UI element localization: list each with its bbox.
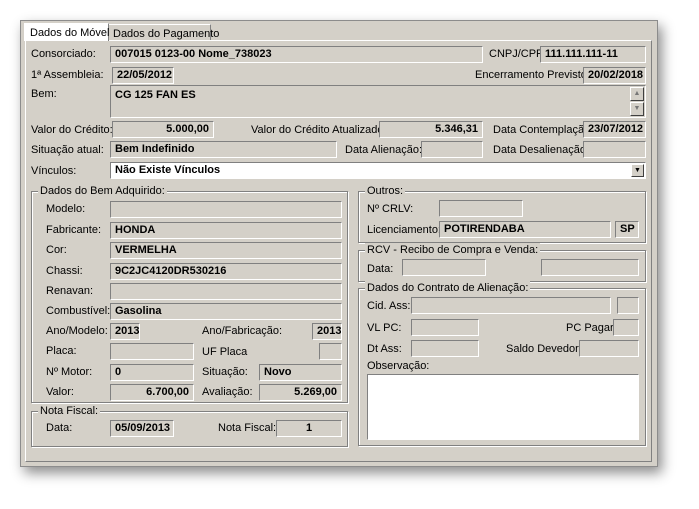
licenciamento-uf-field[interactable]: SP xyxy=(615,221,639,238)
consorciado-field[interactable]: 007015 0123-00 Nome_738023 xyxy=(110,46,483,63)
combustivel-field[interactable]: Gasolina xyxy=(110,303,342,320)
renavan-field[interactable] xyxy=(110,283,342,300)
assembleia-field[interactable]: 22/05/2012 xyxy=(112,67,174,84)
encerramento-field[interactable]: 20/02/2018 xyxy=(583,67,646,84)
rcv-title: RCV - Recibo de Compra e Venda: xyxy=(365,243,541,257)
chassi-label: Chassi: xyxy=(46,265,83,277)
saldo-field[interactable] xyxy=(579,340,639,357)
assembleia-label: 1ª Assembleia: xyxy=(31,69,104,81)
vehicle-data-window: Dados do Móvel Dados do Pagamento Consor… xyxy=(20,20,658,467)
avaliacao-label: Avaliação: xyxy=(202,386,253,398)
bem-label: Bem: xyxy=(31,88,57,100)
outros-group: Outros: Nº CRLV: Licenciamento: POTIREND… xyxy=(358,184,646,243)
ano-modelo-field[interactable]: 2013 xyxy=(110,323,140,340)
situacao-bem-field[interactable]: Novo xyxy=(259,364,342,381)
scroll-up-icon[interactable]: ▲ xyxy=(630,87,644,101)
situacao-bem-label: Situação: xyxy=(202,366,248,378)
valor-credito-field[interactable]: 5.000,00 xyxy=(112,121,214,138)
crlv-field[interactable] xyxy=(439,200,523,217)
cid-ass-field[interactable] xyxy=(411,297,611,314)
motor-field[interactable]: 0 xyxy=(110,364,194,381)
valor-atualizado-field[interactable]: 5.346,31 xyxy=(379,121,483,138)
ano-fabricacao-label: Ano/Fabricação: xyxy=(202,325,283,337)
consorciado-label: Consorciado: xyxy=(31,48,96,60)
cid-ass-label: Cid. Ass: xyxy=(367,300,411,312)
vinculos-select[interactable]: Não Existe Vínculos ▼ xyxy=(110,162,646,179)
rcv-group: RCV - Recibo de Compra e Venda: Data: xyxy=(358,243,646,282)
bem-field[interactable]: CG 125 FAN ES ▲ ▼ xyxy=(110,85,646,118)
contrato-title: Dados do Contrato de Alienação: xyxy=(365,281,531,295)
data-desalienacao-label: Data Desalienação: xyxy=(493,144,590,156)
rcv-data-label: Data: xyxy=(367,263,394,275)
encerramento-label: Encerramento Previsto: xyxy=(475,69,590,81)
combustivel-label: Combustível: xyxy=(46,305,111,317)
chassi-field[interactable]: 9C2JC4120DR530216 xyxy=(110,263,342,280)
cnpj-field[interactable]: 111.111.111-11 xyxy=(540,46,646,63)
ano-modelo-label: Ano/Modelo: xyxy=(46,325,108,337)
outros-title: Outros: xyxy=(365,184,406,198)
fabricante-label: Fabricante: xyxy=(46,224,102,236)
tab-panel: Consorciado: 007015 0123-00 Nome_738023 … xyxy=(25,40,652,462)
placa-label: Placa: xyxy=(46,345,77,357)
vlpc-label: VL PC: xyxy=(367,322,402,334)
valor-label: Valor: xyxy=(46,386,74,398)
nf-data-label: Data: xyxy=(46,422,73,434)
scroll-down-icon[interactable]: ▼ xyxy=(630,102,644,116)
situacao-label: Situação atual: xyxy=(31,144,104,156)
dtass-field[interactable] xyxy=(411,340,479,357)
cor-label: Cor: xyxy=(46,244,67,256)
uf-placa-label: UF Placa xyxy=(202,346,248,358)
data-desalienacao-field[interactable] xyxy=(583,141,646,158)
tab-dados-movel[interactable]: Dados do Móvel xyxy=(24,23,110,41)
data-contemplacao-field[interactable]: 23/07/2012 xyxy=(583,121,646,138)
placa-field[interactable] xyxy=(110,343,194,360)
observacao-textarea[interactable] xyxy=(367,374,639,440)
ano-fabricacao-field[interactable]: 2013 xyxy=(312,323,342,340)
pc-pagar-label: PC Pagar: xyxy=(566,322,617,334)
nota-fiscal-title: Nota Fiscal: xyxy=(38,404,101,418)
nf-numero-field[interactable]: 1 xyxy=(276,420,342,437)
uf-placa-field[interactable] xyxy=(319,343,342,360)
modelo-field[interactable] xyxy=(110,201,342,218)
valor-field[interactable]: 6.700,00 xyxy=(110,384,194,401)
nf-data-field[interactable]: 05/09/2013 xyxy=(110,420,174,437)
valor-credito-label: Valor do Crédito: xyxy=(31,124,113,136)
data-alienacao-field[interactable] xyxy=(421,141,483,158)
saldo-label: Saldo Devedor: xyxy=(506,343,582,355)
pc-pagar-field[interactable] xyxy=(613,319,639,336)
licenciamento-label: Licenciamento: xyxy=(367,224,441,236)
cor-field[interactable]: VERMELHA xyxy=(110,242,342,259)
crlv-label: Nº CRLV: xyxy=(367,203,414,215)
licenciamento-field[interactable]: POTIRENDABA xyxy=(439,221,611,238)
bem-adquirido-group: Dados do Bem Adquirido: Modelo: Fabrican… xyxy=(31,184,348,403)
renavan-label: Renavan: xyxy=(46,285,94,297)
data-alienacao-label: Data Alienação: xyxy=(345,144,423,156)
vinculos-label: Vínculos: xyxy=(31,165,77,177)
bem-value: CG 125 FAN ES xyxy=(115,89,196,101)
tab-dados-pagamento[interactable]: Dados do Pagamento xyxy=(107,24,219,41)
nf-numero-label: Nota Fiscal: xyxy=(218,422,277,434)
chevron-down-icon[interactable]: ▼ xyxy=(631,164,644,177)
modelo-label: Modelo: xyxy=(46,203,86,215)
contrato-group: Dados do Contrato de Alienação: Cid. Ass… xyxy=(358,281,646,446)
data-contemplacao-label: Data Contemplação: xyxy=(493,124,594,136)
fabricante-field[interactable]: HONDA xyxy=(110,222,342,239)
observacao-label: Observação: xyxy=(367,360,430,372)
cnpj-label: CNPJ/CPF: xyxy=(489,48,546,60)
bem-adquirido-title: Dados do Bem Adquirido: xyxy=(38,184,167,198)
valor-atualizado-label: Valor do Crédito Atualizado: xyxy=(251,124,387,136)
vlpc-field[interactable] xyxy=(411,319,479,336)
vinculos-value: Não Existe Vínculos xyxy=(115,164,221,176)
avaliacao-field[interactable]: 5.269,00 xyxy=(259,384,342,401)
rcv-data-field[interactable] xyxy=(402,259,486,276)
dtass-label: Dt Ass: xyxy=(367,343,402,355)
cid-ass-uf-field[interactable] xyxy=(617,297,639,314)
motor-label: Nº Motor: xyxy=(46,366,93,378)
situacao-field[interactable]: Bem Indefinido xyxy=(110,141,337,158)
rcv-extra-field[interactable] xyxy=(541,259,639,276)
nota-fiscal-group: Nota Fiscal: Data: 05/09/2013 Nota Fisca… xyxy=(31,404,348,447)
